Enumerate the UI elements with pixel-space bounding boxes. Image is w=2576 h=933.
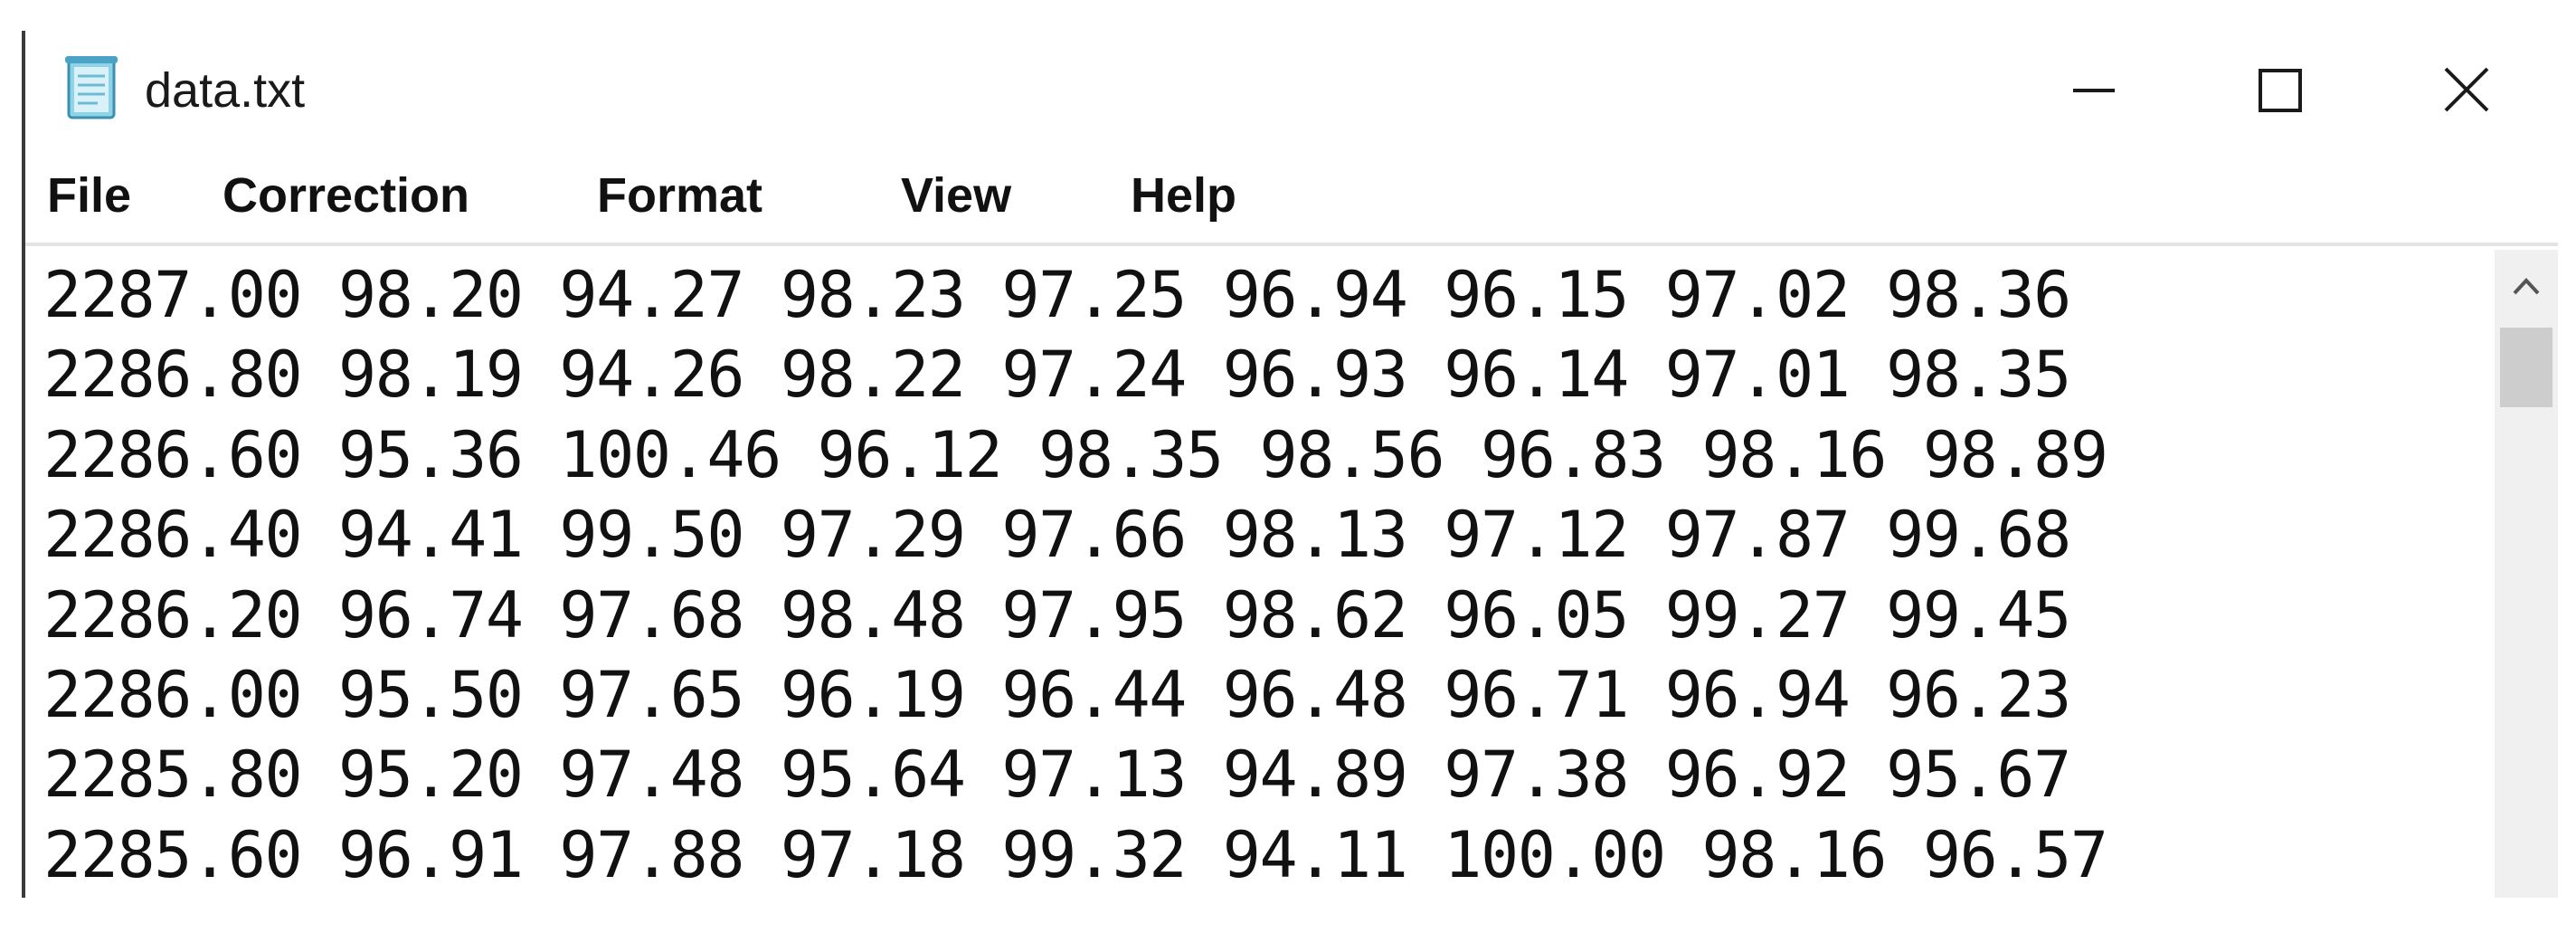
title-bar[interactable]: data.txt <box>25 36 2558 145</box>
menu-file[interactable]: File <box>47 159 131 232</box>
text-line: 2286.40 94.41 99.50 97.29 97.66 98.13 97… <box>43 498 2071 573</box>
menu-help[interactable]: Help <box>1131 159 1236 232</box>
notepad-window: data.txt File Correction Format View Hel… <box>0 0 2576 933</box>
window-title: data.txt <box>145 63 306 118</box>
text-line: 2286.80 98.19 94.26 98.22 97.24 96.93 96… <box>43 338 2071 413</box>
menu-view[interactable]: View <box>901 159 1011 232</box>
minimize-icon <box>2073 89 2115 92</box>
maximize-icon <box>2259 69 2302 112</box>
menu-correction[interactable]: Correction <box>223 159 469 232</box>
text-line: 2285.80 95.20 97.48 95.64 97.13 94.89 97… <box>43 738 2071 813</box>
chevron-up-icon <box>2513 278 2540 295</box>
text-line: 2286.20 96.74 97.68 98.48 97.95 98.62 96… <box>43 577 2071 652</box>
menu-format[interactable]: Format <box>597 159 762 232</box>
menu-divider <box>25 243 2558 246</box>
text-line: 2286.60 95.36 100.46 96.12 98.35 98.56 9… <box>43 417 2108 492</box>
text-editor[interactable]: 2287.00 98.20 94.27 98.23 97.25 96.94 96… <box>25 250 2495 898</box>
scrollbar-thumb[interactable] <box>2500 328 2552 407</box>
close-button[interactable] <box>2417 54 2516 127</box>
minimize-button[interactable] <box>2044 54 2144 127</box>
text-lines: 2287.00 98.20 94.27 98.23 97.25 96.94 96… <box>43 255 2108 895</box>
text-line: 2285.60 96.91 97.88 97.18 99.32 94.11 10… <box>43 817 2108 892</box>
text-line: 2286.00 95.50 97.65 96.19 96.44 96.48 96… <box>43 657 2071 732</box>
notepad-icon <box>62 54 121 123</box>
text-line: 2287.00 98.20 94.27 98.23 97.25 96.94 96… <box>43 258 2071 332</box>
scroll-up-button[interactable] <box>2495 259 2558 313</box>
close-icon <box>2444 67 2489 112</box>
vertical-scrollbar[interactable] <box>2495 250 2558 898</box>
maximize-button[interactable] <box>2230 54 2330 127</box>
menu-bar: File Correction Format View Help <box>25 150 2558 241</box>
